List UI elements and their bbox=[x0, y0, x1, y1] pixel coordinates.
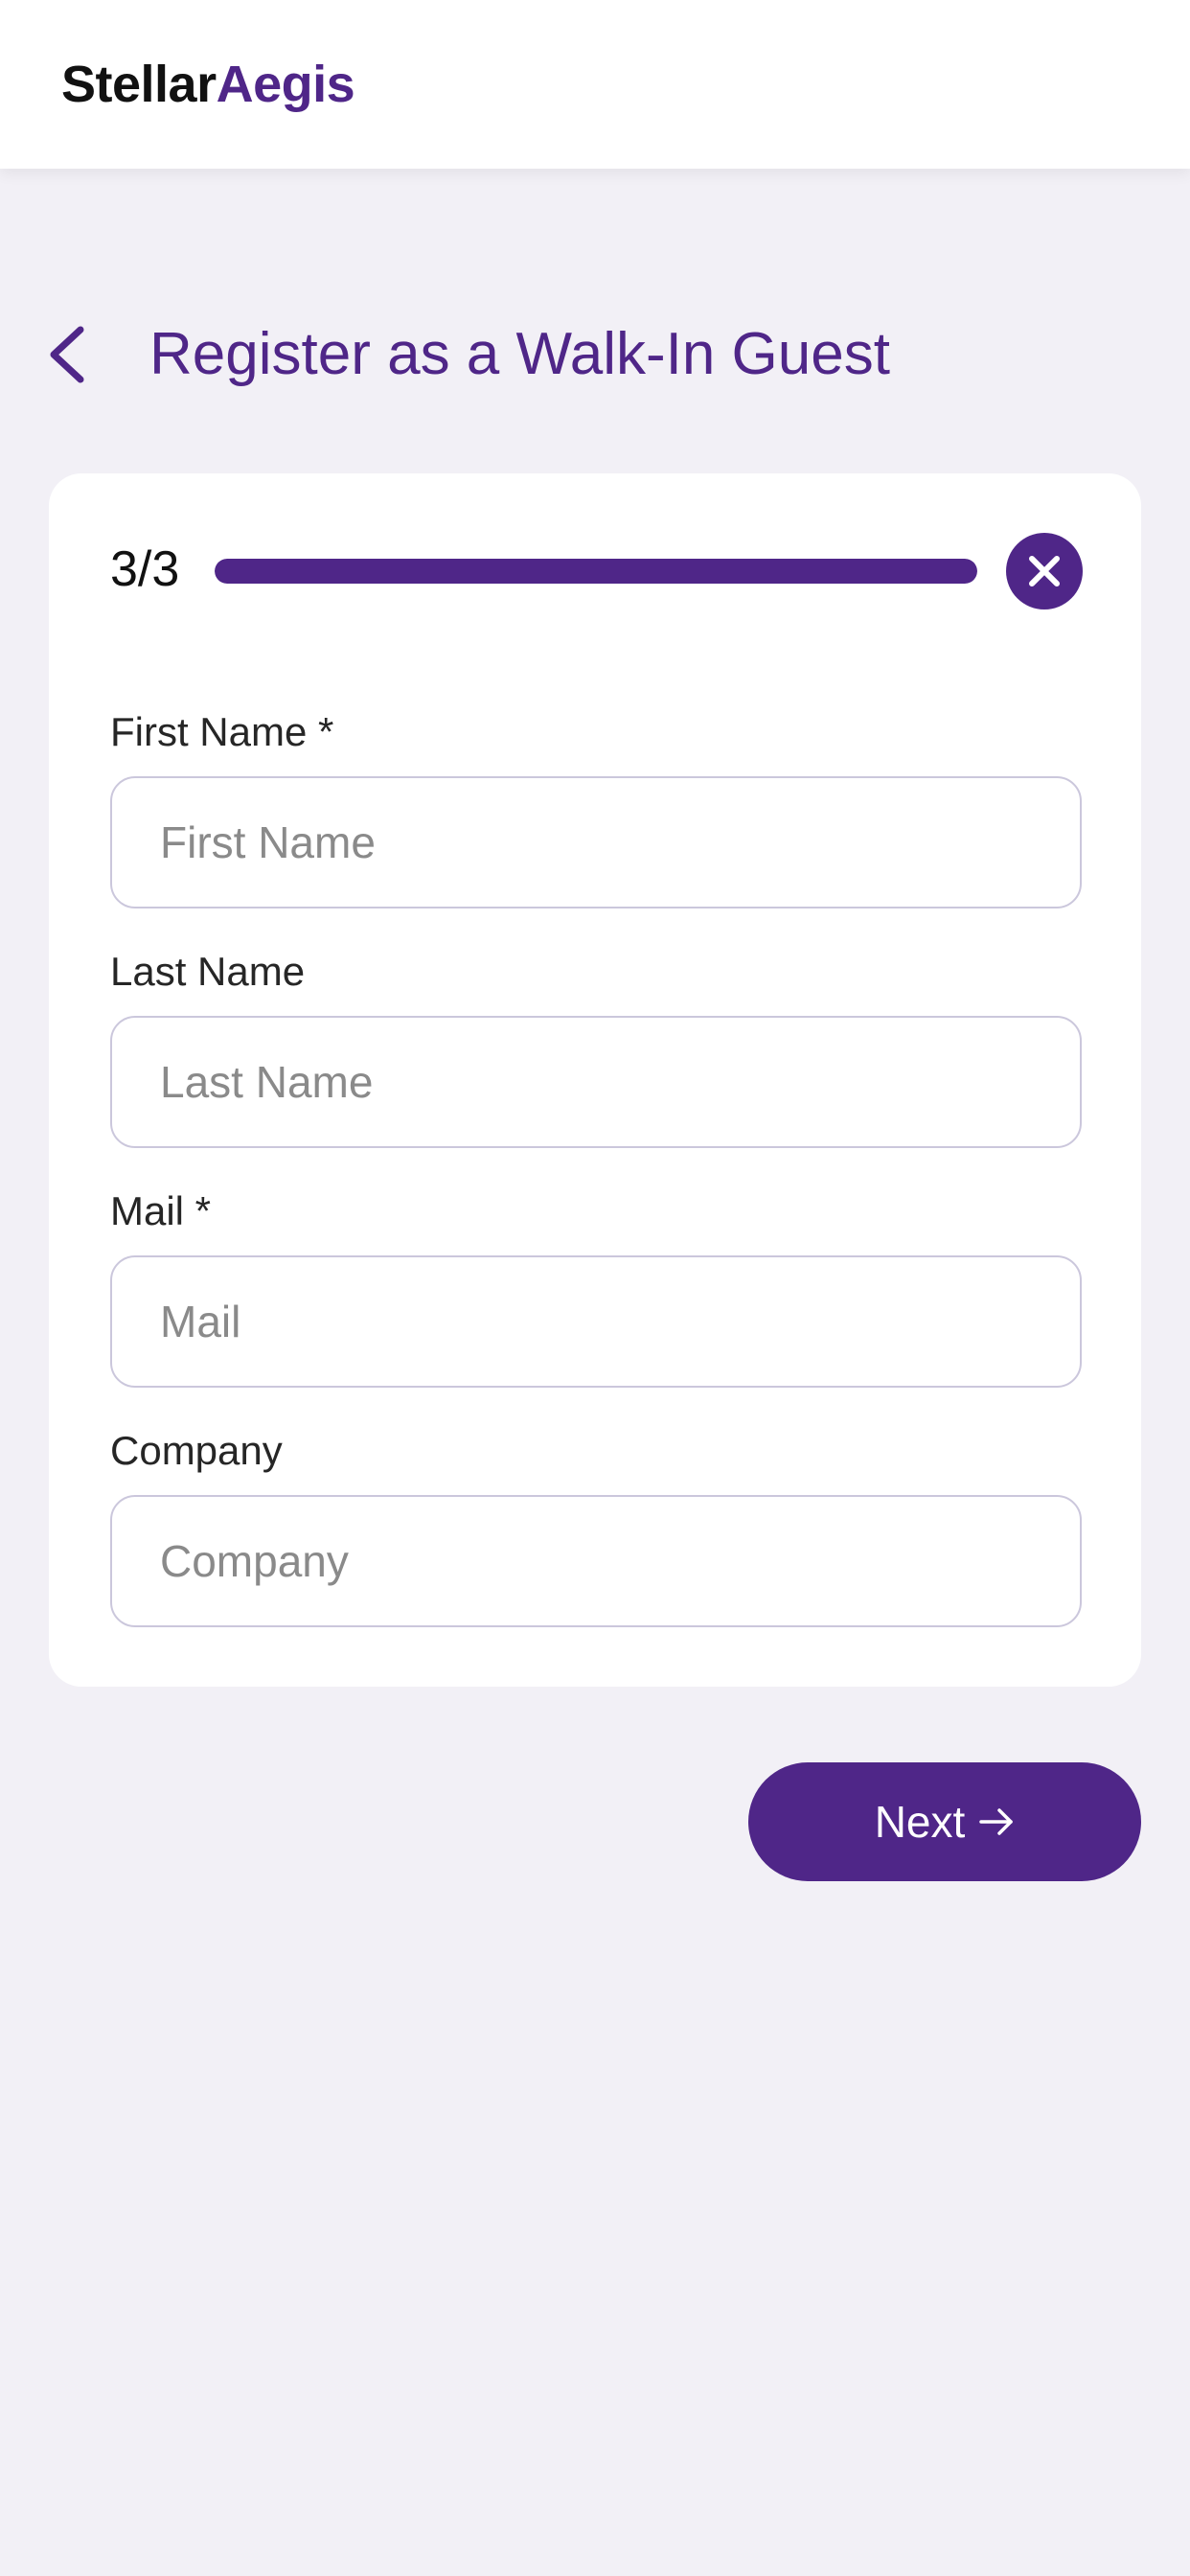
arrow-right-icon bbox=[979, 1808, 1014, 1835]
app-header: StellarAegis bbox=[0, 0, 1190, 169]
mail-input[interactable] bbox=[110, 1255, 1082, 1388]
page-title: Register as a Walk-In Guest bbox=[149, 321, 890, 387]
next-label: Next bbox=[874, 1797, 966, 1847]
close-icon bbox=[1029, 556, 1060, 586]
company-label: Company bbox=[110, 1428, 283, 1473]
back-button[interactable] bbox=[38, 320, 96, 389]
chevron-left-icon bbox=[50, 326, 84, 383]
company-input[interactable] bbox=[110, 1495, 1082, 1627]
logo-part-2: Aegis bbox=[216, 56, 355, 113]
progress-bar bbox=[215, 559, 977, 584]
mail-label: Mail * bbox=[110, 1188, 212, 1233]
first-name-label: First Name * bbox=[110, 709, 334, 754]
step-indicator: 3/3 bbox=[110, 541, 180, 597]
logo-part-1: Stellar bbox=[61, 56, 217, 113]
logo: StellarAegis bbox=[61, 52, 355, 117]
first-name-input[interactable] bbox=[110, 776, 1082, 908]
progress-fill bbox=[215, 559, 977, 584]
last-name-label: Last Name bbox=[110, 949, 306, 994]
close-button[interactable] bbox=[1006, 533, 1083, 610]
last-name-input[interactable] bbox=[110, 1016, 1082, 1148]
next-button[interactable]: Next bbox=[748, 1762, 1141, 1881]
registration-card: 3/3 First Name * Last Name Mail * Compan… bbox=[49, 473, 1141, 1687]
